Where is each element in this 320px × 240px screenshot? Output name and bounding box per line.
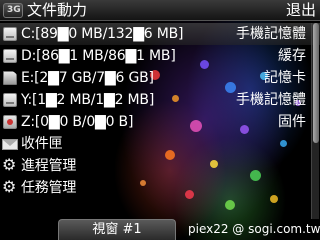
phone-memory-icon [3,93,17,107]
list-item-type: 手機記憶體 [236,26,306,42]
screen: 3G 文件動力 退出 C:[89▇0 MB/132▇6 MB] 手機記憶體 D:… [0,0,320,240]
list-item-label: 收件匣 [21,136,63,152]
list-item-inbox[interactable]: 收件匣 [0,133,320,155]
firmware-lock-icon [3,115,17,129]
list-item-type: 記憶卡 [264,70,306,86]
list-item-label: 任務管理 [21,180,77,196]
phone-memory-icon [3,27,17,41]
list-item-type: 手機記憶體 [236,92,306,108]
list-item-drive-e[interactable]: E:[2▇7 GB/7▇6 GB] 記憶卡 [0,67,320,89]
bottom-bar: 視窗 #1 piex22 @ sogi.com.tw [0,219,320,240]
list-item-type: 固件 [278,114,306,130]
exit-button[interactable]: 退出 [286,1,316,19]
list-item-task-manager[interactable]: ⚙ 任務管理 [0,177,320,199]
list-item-process-manager[interactable]: ⚙ 進程管理 [0,155,320,177]
network-3g-icon: 3G [3,3,23,18]
scrollbar-thumb[interactable] [313,23,319,143]
list-item-type: 緩存 [278,48,306,64]
list-item-drive-z[interactable]: Z:[0▇0 B/0▇0 B] 固件 [0,111,320,133]
gear-icon: ⚙ [2,155,17,174]
list-item-label: Z:[0▇0 B/0▇0 B] [21,114,134,130]
title-bar: 3G 文件動力 退出 [0,0,320,21]
list-item-label: Y:[1▇2 MB/1▇2 MB] [21,92,155,108]
list-item-label: 進程管理 [21,158,77,174]
app-title: 文件動力 [27,1,88,19]
list-item-drive-d[interactable]: D:[86▇1 MB/86▇1 MB] 緩存 [0,45,320,67]
cache-drive-icon [3,49,17,63]
list-item-label: D:[86▇1 MB/86▇1 MB] [21,48,176,64]
watermark-credit: piex22 @ sogi.com.tw [188,222,320,236]
list-item-drive-y[interactable]: Y:[1▇2 MB/1▇2 MB] 手機記憶體 [0,89,320,111]
gear-icon: ⚙ [2,177,17,196]
view-tab-button[interactable]: 視窗 #1 [58,219,176,240]
list-item-label: E:[2▇7 GB/7▇6 GB] [21,70,154,86]
wallpaper-bokeh [225,200,235,210]
memory-card-icon [3,71,17,85]
list-item-label: C:[89▇0 MB/132▇6 MB] [21,26,184,42]
scrollbar[interactable] [311,23,319,219]
inbox-mail-icon [2,139,18,150]
list-item-drive-c[interactable]: C:[89▇0 MB/132▇6 MB] 手機記憶體 [0,23,320,45]
app-icon-label: 3G [7,5,21,15]
file-list: C:[89▇0 MB/132▇6 MB] 手機記憶體 D:[86▇1 MB/86… [0,23,320,199]
